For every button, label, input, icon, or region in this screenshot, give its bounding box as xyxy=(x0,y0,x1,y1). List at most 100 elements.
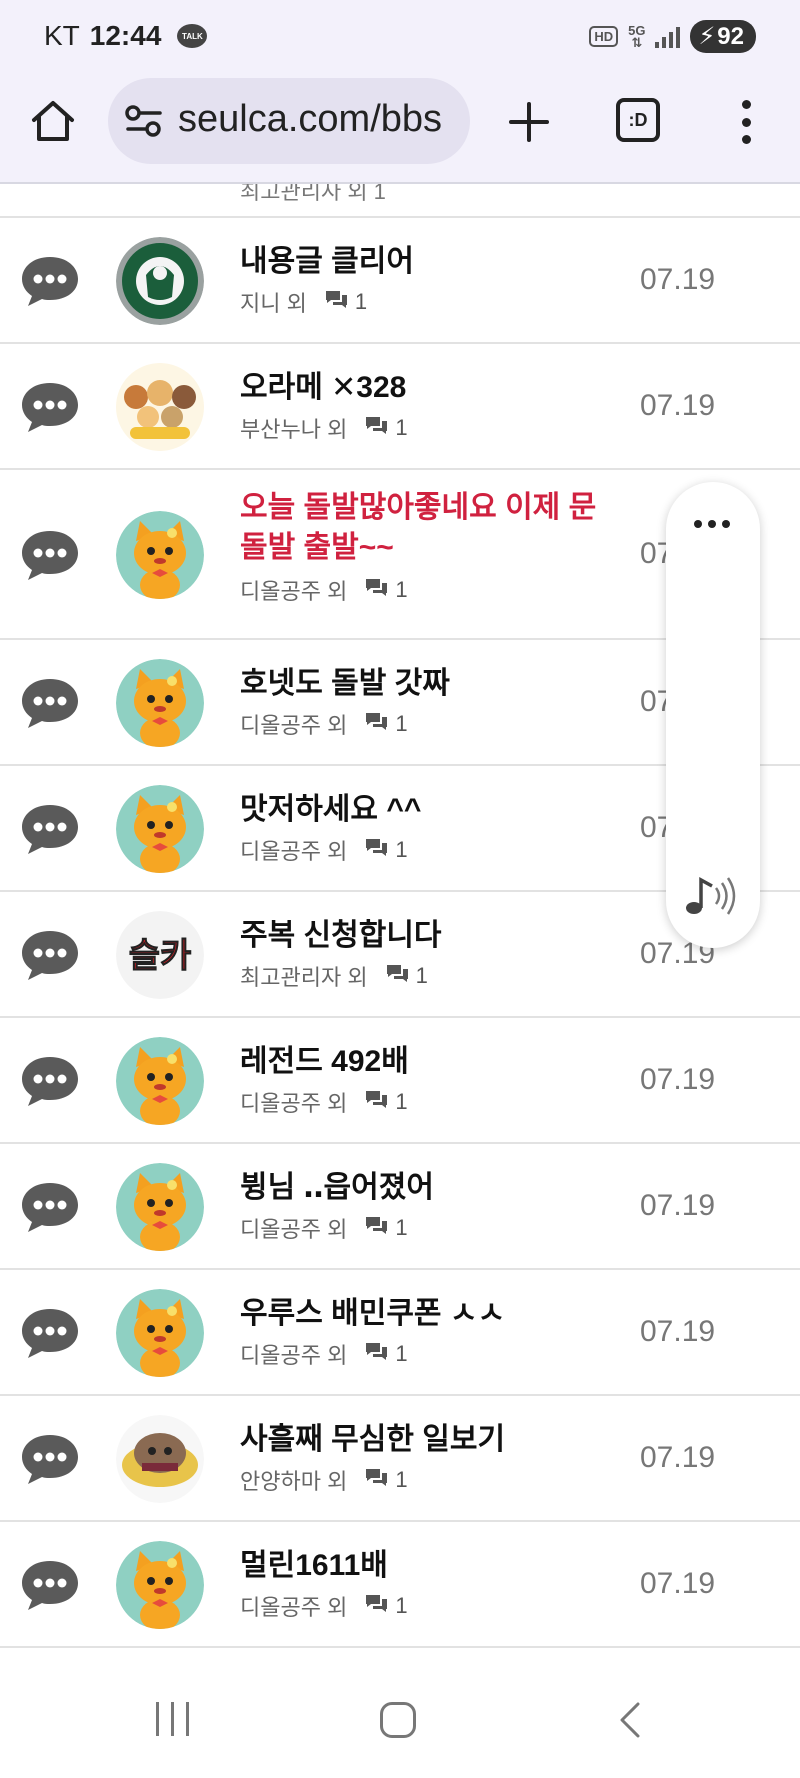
address-bar[interactable]: seulca.com/bbs xyxy=(108,78,470,164)
floating-tool-panel xyxy=(666,482,760,948)
site-settings-icon[interactable] xyxy=(124,104,164,138)
author-avatar[interactable] xyxy=(116,1163,204,1251)
chat-bubble-icon xyxy=(18,1431,82,1487)
comment-count-value: 1 xyxy=(395,1593,408,1618)
comment-count-value: 1 xyxy=(395,1467,408,1492)
post-title[interactable]: 뷩님 ‥읍어졌어 xyxy=(240,1168,600,1208)
chat-bubble-icon xyxy=(18,253,82,309)
chat-bubble-icon xyxy=(18,675,82,731)
author-avatar[interactable] xyxy=(116,1289,204,1377)
comment-icon xyxy=(323,288,349,316)
author-name: 부산누나 외 xyxy=(240,417,348,442)
author-avatar[interactable] xyxy=(116,1541,204,1629)
post-title[interactable]: 주복 신청합니다 xyxy=(240,916,600,956)
author-name: 디올공주 외 xyxy=(240,1217,348,1242)
chat-bubble-icon xyxy=(18,1557,82,1613)
comment-count-value: 1 xyxy=(395,1089,408,1114)
post-meta: 디올공주 외 1 xyxy=(240,1590,408,1622)
list-item[interactable]: 레전드 492배디올공주 외 1 07.19 xyxy=(0,1018,800,1144)
comment-icon xyxy=(363,1214,389,1242)
kakaotalk-notification-icon: TALK xyxy=(177,24,208,48)
author-avatar[interactable]: 슬카 xyxy=(116,911,204,999)
list-item[interactable]: 뷩님 ‥읍어졌어디올공주 외 1 07.19 xyxy=(0,1144,800,1270)
signal-strength-icon xyxy=(655,26,681,48)
comment-icon xyxy=(363,1088,389,1116)
post-meta: 디올공주 외 1 xyxy=(240,834,408,866)
post-meta: 디올공주 외 1 xyxy=(240,574,408,606)
post-title[interactable]: 오라메 ✕328 xyxy=(240,368,600,408)
home-nav-button[interactable] xyxy=(380,1702,416,1738)
back-button[interactable] xyxy=(610,1700,650,1740)
more-menu-button[interactable] xyxy=(736,100,756,144)
list-item-partial[interactable]: 최고관리자 외 1 xyxy=(0,184,800,218)
comment-icon xyxy=(363,1466,389,1494)
list-item[interactable]: 멀린1611배 디올공주 외 1 07.19 xyxy=(0,1522,800,1648)
chat-bubble-icon xyxy=(18,1305,82,1361)
comment-icon xyxy=(363,414,389,442)
list-item[interactable]: 내용글 클리어지니 외 1 07.19 xyxy=(0,218,800,344)
system-navigation-bar xyxy=(0,1660,800,1778)
post-meta: 디올공주 외 1 xyxy=(240,708,408,740)
chat-bubble-icon xyxy=(18,527,82,583)
author-name: 지니 외 xyxy=(240,291,307,316)
chat-bubble-icon xyxy=(18,1179,82,1235)
author-name: 디올공주 외 xyxy=(240,1595,348,1620)
clock: 12:44 xyxy=(89,20,162,51)
author-name: 디올공주 외 xyxy=(240,1343,348,1368)
comment-icon xyxy=(363,1592,389,1620)
comment-count: 1 xyxy=(363,1466,408,1494)
author-avatar[interactable] xyxy=(116,785,204,873)
post-title[interactable]: 우루스 배민쿠폰 ㅅㅅ xyxy=(240,1294,600,1334)
author-avatar[interactable] xyxy=(116,237,204,325)
author-avatar[interactable] xyxy=(116,659,204,747)
status-right: HD 5G ⇅ ⚡ 92 xyxy=(589,20,756,53)
chat-bubble-icon xyxy=(18,1053,82,1109)
home-button[interactable] xyxy=(28,96,78,146)
list-item[interactable]: 우루스 배민쿠폰 ㅅㅅ 디올공주 외 1 07.19 xyxy=(0,1270,800,1396)
post-meta: 디올공주 외 1 xyxy=(240,1338,408,1370)
comment-icon xyxy=(363,1340,389,1368)
author-name: 디올공주 외 xyxy=(240,1091,348,1116)
comment-count: 1 xyxy=(363,576,408,604)
author-avatar[interactable] xyxy=(116,363,204,451)
post-title[interactable]: 오늘 돌발많아좋네요 이제 문돌발 출발~~ xyxy=(240,488,600,568)
comment-icon xyxy=(363,576,389,604)
battery-indicator: ⚡ 92 xyxy=(690,20,756,53)
comment-count-value: 1 xyxy=(395,1215,408,1240)
status-left: KT 12:44 TALK xyxy=(44,20,208,52)
list-item[interactable]: 오라메 ✕328 부산누나 외 1 07.19 xyxy=(0,344,800,470)
new-tab-button[interactable] xyxy=(503,96,555,148)
post-title[interactable]: 호넷도 돌발 갓짜 xyxy=(240,664,600,704)
author-avatar[interactable] xyxy=(116,1037,204,1125)
post-title[interactable]: 사흘째 무심한 일보기 xyxy=(240,1420,600,1460)
post-date: 07.19 xyxy=(640,1063,716,1096)
comment-count-value: 1 xyxy=(415,963,428,988)
more-options-icon[interactable] xyxy=(694,520,730,528)
url-text[interactable]: seulca.com/bbs xyxy=(178,98,464,141)
comment-count: 1 xyxy=(363,1592,408,1620)
comment-count-value: 1 xyxy=(395,577,408,602)
post-date: 07.19 xyxy=(640,1315,716,1348)
tab-switcher-button[interactable]: :D xyxy=(616,98,660,142)
post-title[interactable]: 레전드 492배 xyxy=(240,1042,600,1082)
post-date: 07.19 xyxy=(640,1441,716,1474)
comment-count-value: 1 xyxy=(395,711,408,736)
chat-bubble-icon xyxy=(18,927,82,983)
author-name: 안양하마 외 xyxy=(240,1469,348,1494)
author-avatar[interactable] xyxy=(116,1415,204,1503)
comment-count: 1 xyxy=(384,962,428,990)
author-name: 최고관리자 외 xyxy=(240,965,368,990)
author-name: 디올공주 외 xyxy=(240,839,348,864)
post-date: 07.19 xyxy=(640,1189,716,1222)
post-title[interactable]: 내용글 클리어 xyxy=(240,242,600,282)
comment-count: 1 xyxy=(363,1340,408,1368)
read-aloud-icon[interactable] xyxy=(684,874,740,918)
hd-voice-icon: HD xyxy=(589,26,619,47)
comment-count: 1 xyxy=(323,288,367,316)
list-item[interactable]: 사흘째 무심한 일보기안양하마 외 1 07.19 xyxy=(0,1396,800,1522)
author-avatar[interactable] xyxy=(116,511,204,599)
post-title[interactable]: 맛저하세요 ^^ xyxy=(240,790,600,830)
post-date: 07.19 xyxy=(640,263,716,296)
recent-apps-button[interactable] xyxy=(156,1702,189,1736)
post-title[interactable]: 멀린1611배 xyxy=(240,1546,600,1586)
